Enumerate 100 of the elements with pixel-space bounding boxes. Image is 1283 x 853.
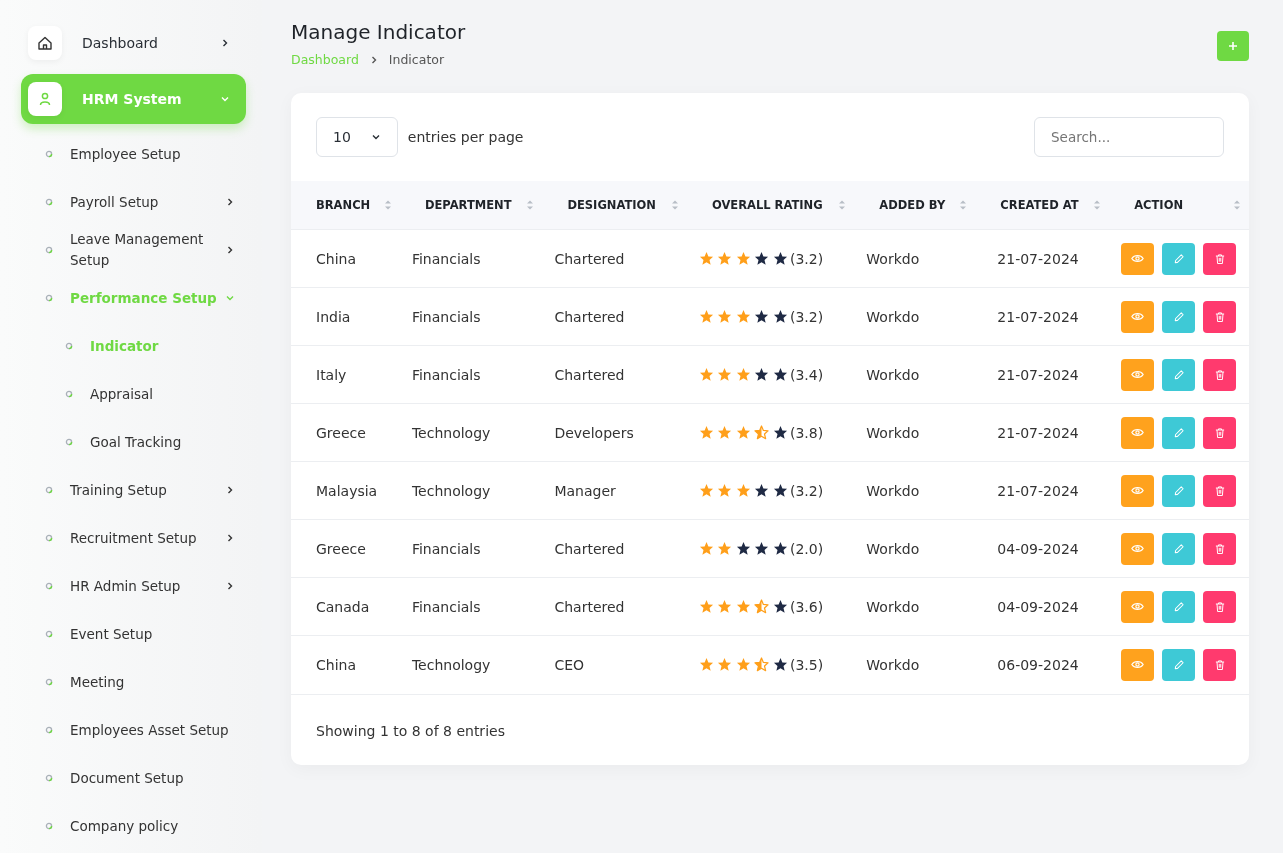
table-cell: Workdo: [866, 308, 920, 325]
sidebar-item[interactable]: Employees Asset Setup: [21, 706, 239, 754]
sort-icon: [1233, 199, 1241, 211]
pencil-icon: [1172, 542, 1185, 555]
star-icon: [735, 309, 751, 324]
edit-button[interactable]: [1162, 358, 1196, 391]
sidebar-item[interactable]: Leave Management Setup: [21, 226, 239, 274]
edit-button[interactable]: [1162, 300, 1196, 333]
sidebar-item[interactable]: Document Setup: [21, 754, 239, 802]
eye-icon: [1131, 484, 1145, 497]
rating-value: (2.0): [789, 540, 824, 557]
view-button[interactable]: [1121, 648, 1155, 681]
table-cell: Chartered: [554, 308, 625, 325]
empty-star-icon: [772, 541, 788, 556]
bullet-icon: [45, 774, 53, 782]
empty-star-icon: [772, 251, 788, 266]
delete-button[interactable]: [1203, 358, 1237, 391]
page-size-select[interactable]: 10: [316, 117, 398, 157]
breadcrumb-current: Indicator: [388, 52, 445, 67]
view-button[interactable]: [1121, 590, 1155, 623]
sidebar-item[interactable]: Training Setup: [21, 466, 239, 514]
table-cell: Workdo: [866, 424, 920, 441]
table-cell: 06-09-2024: [997, 656, 1079, 673]
sort-icon: [670, 199, 679, 211]
table-cell: Chartered: [554, 598, 625, 615]
star-icon: [735, 251, 751, 266]
eye-icon: [1131, 310, 1145, 323]
view-button[interactable]: [1121, 416, 1155, 449]
star-icon: [698, 425, 714, 440]
star-icon: [717, 541, 733, 556]
delete-button[interactable]: [1203, 242, 1237, 275]
bullet-icon: [65, 438, 73, 446]
view-button[interactable]: [1121, 474, 1155, 507]
delete-button[interactable]: [1203, 300, 1237, 333]
table-cell: Financials: [411, 308, 481, 325]
column-header[interactable]: ACTION: [1109, 181, 1249, 230]
edit-button[interactable]: [1162, 242, 1196, 275]
delete-button[interactable]: [1203, 532, 1237, 565]
rating-value: (3.2): [789, 482, 824, 499]
sidebar-item[interactable]: Goal Tracking: [21, 418, 239, 466]
column-header[interactable]: CREATED AT: [975, 181, 1110, 230]
bullet-icon: [45, 726, 53, 734]
sidebar-item[interactable]: HR Admin Setup: [21, 562, 239, 610]
star-icon: [698, 541, 714, 556]
sidebar-item[interactable]: Meeting: [21, 658, 239, 706]
column-header[interactable]: BRANCH: [291, 181, 400, 230]
star-icon: [717, 599, 733, 614]
add-button[interactable]: [1217, 31, 1249, 61]
bullet-icon: [45, 630, 53, 638]
page-title: Manage Indicator: [291, 20, 466, 44]
table-cell: Technology: [411, 656, 491, 673]
table-cell: Workdo: [866, 250, 920, 267]
star-icon: [717, 657, 733, 673]
table-cell: Chartered: [554, 540, 625, 557]
edit-button[interactable]: [1162, 648, 1196, 681]
sidebar-item[interactable]: Appraisal: [21, 370, 239, 418]
eye-icon: [1131, 426, 1145, 439]
column-header[interactable]: OVERALL RATING: [686, 181, 855, 230]
entries-info: Showing 1 to 8 of 8 entries: [291, 693, 1249, 765]
column-header[interactable]: ADDED BY: [854, 181, 976, 230]
star-icon: [735, 425, 751, 440]
bullet-icon: [45, 678, 53, 686]
view-button[interactable]: [1121, 300, 1155, 333]
rating-value: (3.5): [789, 656, 824, 673]
sidebar-item[interactable]: Company policy: [21, 802, 239, 850]
edit-button[interactable]: [1162, 416, 1196, 449]
table-cell: Financials: [411, 250, 481, 267]
edit-button[interactable]: [1162, 474, 1196, 507]
search-field[interactable]: Search...: [1034, 117, 1224, 157]
empty-star-icon: [772, 657, 788, 673]
view-button[interactable]: [1121, 358, 1155, 391]
edit-button[interactable]: [1162, 532, 1196, 565]
table-cell: Developers: [554, 424, 634, 441]
delete-button[interactable]: [1203, 474, 1237, 507]
rating-value: (3.2): [789, 308, 824, 325]
delete-button[interactable]: [1203, 416, 1237, 449]
trash-icon: [1213, 310, 1226, 323]
sidebar-item[interactable]: Dashboard: [21, 18, 246, 68]
star-icon: [698, 483, 714, 498]
view-button[interactable]: [1121, 242, 1155, 275]
edit-button[interactable]: [1162, 590, 1196, 623]
sidebar-item[interactable]: Payroll Setup: [21, 178, 239, 226]
trash-icon: [1213, 484, 1226, 497]
table-cell: 04-09-2024: [997, 540, 1079, 557]
sort-icon: [526, 199, 535, 211]
half-star-icon: [754, 599, 770, 614]
delete-button[interactable]: [1203, 590, 1237, 623]
delete-button[interactable]: [1203, 648, 1237, 681]
table-cell: Manager: [554, 482, 616, 499]
sidebar-item[interactable]: Recruitment Setup: [21, 514, 239, 562]
bullet-icon: [45, 294, 53, 302]
table-cell: Italy: [316, 366, 347, 383]
column-header[interactable]: DESIGNATION: [542, 181, 687, 230]
column-header[interactable]: DEPARTMENT: [399, 181, 543, 230]
pencil-icon: [1172, 658, 1185, 671]
table-cell: Workdo: [866, 482, 920, 499]
sidebar-item[interactable]: Event Setup: [21, 610, 239, 658]
sidebar-item[interactable]: Employee Setup: [21, 130, 239, 178]
view-button[interactable]: [1121, 532, 1155, 565]
table-cell: Workdo: [866, 540, 920, 557]
